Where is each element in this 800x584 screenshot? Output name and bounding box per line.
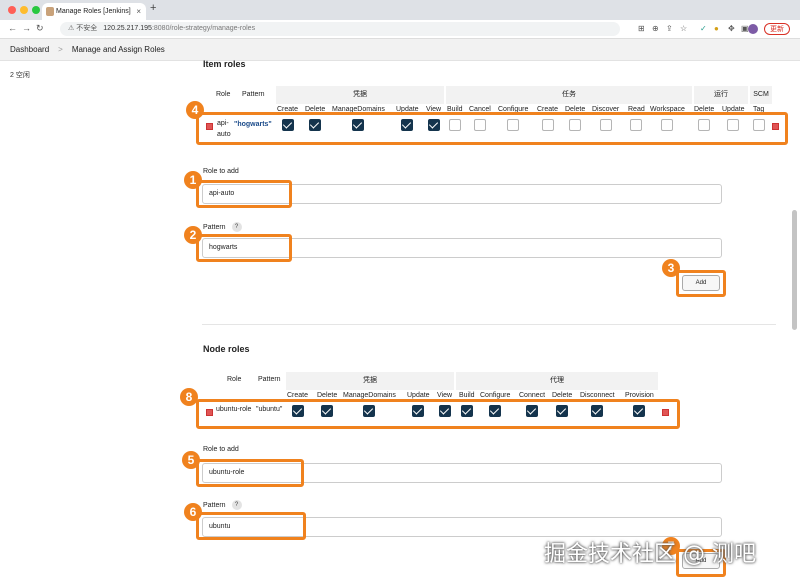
jenkins-icon [46, 7, 54, 16]
executor-status: 2 空闲 [10, 72, 30, 79]
item-pattern-label: Pattern? [203, 222, 242, 232]
node-pattern-label-text: Pattern [203, 501, 226, 509]
highlight-node-pattern-input [196, 512, 306, 540]
highlight-node-row [196, 399, 680, 429]
breadcrumb: Dashboard > Manage and Assign Roles [0, 39, 800, 61]
node-roles-title: Node roles [203, 344, 250, 354]
node-perm-header: Connect [519, 392, 546, 399]
breadcrumb-manage-roles[interactable]: Manage and Assign Roles [72, 45, 165, 54]
update-button[interactable]: 更新 [764, 23, 790, 35]
badge-1: 1 [184, 171, 202, 189]
item-roles-title: Item roles [203, 59, 246, 69]
badge-3: 3 [662, 259, 680, 277]
item-group-scm: SCM [750, 86, 772, 104]
tab-close-icon[interactable]: × [136, 3, 141, 20]
back-icon[interactable]: ← [8, 23, 17, 33]
close-window-button[interactable] [8, 6, 16, 14]
puzzle-icon[interactable]: ✥ [728, 24, 735, 33]
highlight-item-add [676, 270, 726, 297]
url-host: 120.25.217.195 [103, 25, 152, 32]
extension-badge-icon[interactable]: ● [714, 24, 719, 33]
node-perm-header: Create [287, 392, 309, 399]
address-bar-row: ← → ↻ ⚠ 不安全 120.25.217.195:8080/role-strat… [0, 20, 800, 39]
share-icon[interactable]: ⇪ [666, 24, 673, 33]
breadcrumb-separator: > [58, 45, 63, 54]
insecure-label: 不安全 [76, 25, 98, 32]
item-role-to-add-label: Role to add [203, 168, 239, 175]
item-pattern-label-text: Pattern [203, 223, 226, 231]
node-perm-header: Update [407, 392, 430, 399]
highlight-item-role-input [196, 180, 292, 208]
profile-avatar[interactable] [748, 24, 758, 34]
highlight-item-pattern-input [196, 234, 292, 262]
badge-2: 2 [184, 226, 202, 244]
browser-tab-bar: Manage Roles [Jenkins] × + [0, 0, 800, 20]
highlight-item-row [196, 112, 788, 145]
item-group-credentials: 凭据 [276, 86, 444, 104]
node-group-credentials: 凭据 [286, 372, 454, 390]
url-field[interactable]: ⚠ 不安全 120.25.217.195:8080/role-strategy/ma… [60, 22, 620, 36]
browser-tab[interactable]: Manage Roles [Jenkins] × [42, 3, 146, 20]
breadcrumb-dashboard[interactable]: Dashboard [10, 45, 49, 54]
warning-icon: ⚠ [68, 25, 75, 32]
bookmark-star-icon[interactable]: ☆ [680, 24, 687, 33]
node-perm-header: View [437, 392, 453, 399]
item-col-role: Role [216, 91, 231, 98]
node-col-pattern: Pattern [258, 376, 281, 383]
node-perm-header: Delete [552, 392, 573, 399]
new-tab-button[interactable]: + [150, 2, 156, 14]
forward-icon[interactable]: → [22, 23, 31, 33]
badge-8: 8 [180, 388, 198, 406]
item-group-job: 任务 [446, 86, 692, 104]
node-group-agent: 代理 [456, 372, 658, 390]
node-perm-header: Disconnect [580, 392, 615, 399]
node-perm-header: Delete [317, 392, 338, 399]
help-icon[interactable]: ? [231, 222, 242, 232]
node-perm-header: Provision [625, 392, 654, 399]
scrollbar-thumb[interactable] [792, 210, 797, 330]
item-group-run: 运行 [694, 86, 748, 104]
node-perm-header: Configure [480, 392, 511, 399]
translate-icon[interactable]: ⊞ [638, 24, 645, 33]
reload-icon[interactable]: ↻ [36, 23, 44, 34]
node-col-role: Role [227, 376, 242, 383]
zoom-window-button[interactable] [32, 6, 40, 14]
badge-6: 6 [184, 503, 202, 521]
tab-title: Manage Roles [Jenkins] [56, 8, 131, 15]
extension-icon[interactable]: ✓ [700, 24, 707, 33]
zoom-icon[interactable]: ⊕ [652, 24, 659, 33]
node-pattern-label: Pattern? [203, 500, 242, 510]
watermark: 掘金技术社区 @ 测吧 [544, 542, 756, 567]
node-perm-header: Build [459, 392, 475, 399]
badge-4: 4 [186, 101, 204, 119]
section-divider [202, 324, 776, 325]
badge-5: 5 [182, 451, 200, 469]
help-icon[interactable]: ? [231, 500, 242, 510]
url-path: :8080/role-strategy/manage-roles [151, 25, 256, 32]
minimize-window-button[interactable] [20, 6, 28, 14]
item-col-pattern: Pattern [242, 91, 265, 98]
node-perm-header: ManageDomains [343, 392, 396, 399]
highlight-node-role-input [196, 459, 304, 487]
node-role-to-add-label: Role to add [203, 446, 239, 453]
